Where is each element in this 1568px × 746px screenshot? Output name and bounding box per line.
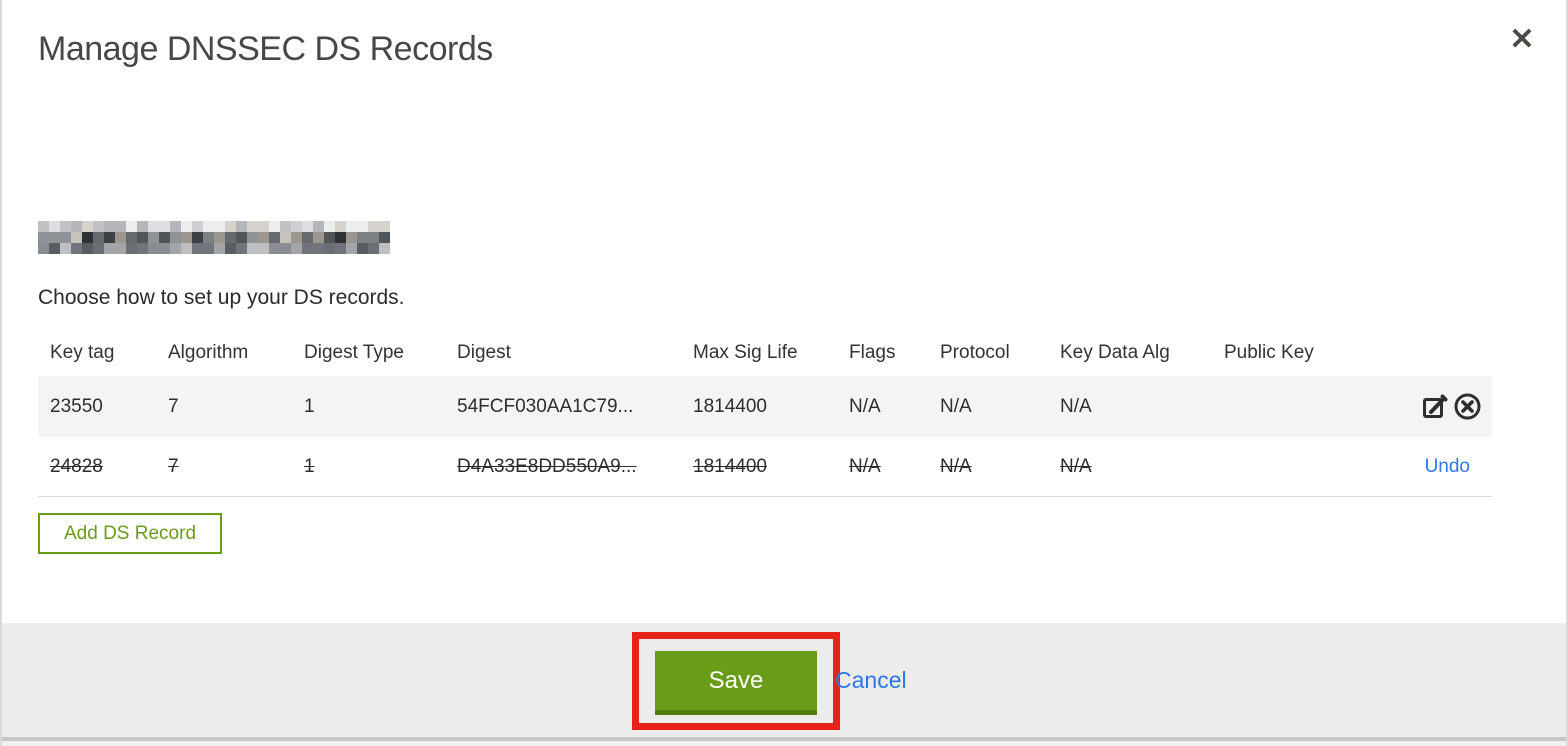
column-header-algorithm: Algorithm xyxy=(168,342,249,363)
cell-flags: N/A xyxy=(849,395,881,417)
cell-max-sig-life: 1814400 xyxy=(693,455,767,477)
cell-algorithm: 7 xyxy=(168,455,179,477)
add-ds-record-button[interactable]: Add DS Record xyxy=(38,513,223,554)
instruction-text: Choose how to set up your DS records. xyxy=(38,286,405,309)
cell-key-tag: 24828 xyxy=(50,455,103,477)
page-bottom-edge xyxy=(2,737,1566,746)
cell-digest: D4A33E8DD550A9... xyxy=(457,455,637,477)
page-title: Manage DNSSEC DS Records xyxy=(38,30,493,68)
cell-digest-type: 1 xyxy=(304,455,315,477)
column-header-digest-type: Digest Type xyxy=(304,342,404,363)
cell-flags: N/A xyxy=(849,455,881,477)
cell-key-tag: 23550 xyxy=(50,395,103,417)
dnssec-modal: Manage DNSSEC DS Records ✕ Choose how to… xyxy=(0,0,1568,746)
table-row-deleted: 24828 7 1 D4A33E8DD550A9... 1814400 N/A … xyxy=(38,437,1492,497)
save-button[interactable]: Save xyxy=(655,651,817,715)
column-header-protocol: Protocol xyxy=(940,342,1010,363)
column-header-flags: Flags xyxy=(849,342,896,363)
cell-protocol: N/A xyxy=(940,455,972,477)
cell-algorithm: 7 xyxy=(168,395,179,417)
redacted-domain xyxy=(38,221,390,254)
cell-digest-type: 1 xyxy=(304,395,315,417)
cell-key-data-alg: N/A xyxy=(1060,455,1092,477)
table-header-row: Key tag Algorithm Digest Type Digest Max… xyxy=(38,330,1492,376)
cancel-link[interactable]: Cancel xyxy=(835,667,907,694)
column-header-public-key: Public Key xyxy=(1224,342,1314,363)
delete-circle-icon[interactable] xyxy=(1452,392,1482,422)
ds-records-table: Key tag Algorithm Digest Type Digest Max… xyxy=(38,330,1492,497)
cell-max-sig-life: 1814400 xyxy=(693,395,767,417)
column-header-max-sig-life: Max Sig Life xyxy=(693,342,798,363)
column-header-key-tag: Key tag xyxy=(50,342,115,363)
column-header-key-data-alg: Key Data Alg xyxy=(1060,342,1170,363)
cell-digest: 54FCF030AA1C79... xyxy=(457,395,634,417)
edit-icon[interactable] xyxy=(1420,392,1450,422)
row-actions xyxy=(1364,392,1492,422)
close-icon[interactable]: ✕ xyxy=(1500,18,1544,62)
column-header-digest: Digest xyxy=(457,342,511,363)
cell-protocol: N/A xyxy=(940,395,972,417)
row-actions: Undo xyxy=(1364,456,1492,478)
footer-bar: Save Cancel xyxy=(2,623,1566,737)
undo-link[interactable]: Undo xyxy=(1425,456,1482,478)
table-row: 23550 7 1 54FCF030AA1C79... 1814400 N/A … xyxy=(38,376,1492,437)
cell-key-data-alg: N/A xyxy=(1060,395,1092,417)
